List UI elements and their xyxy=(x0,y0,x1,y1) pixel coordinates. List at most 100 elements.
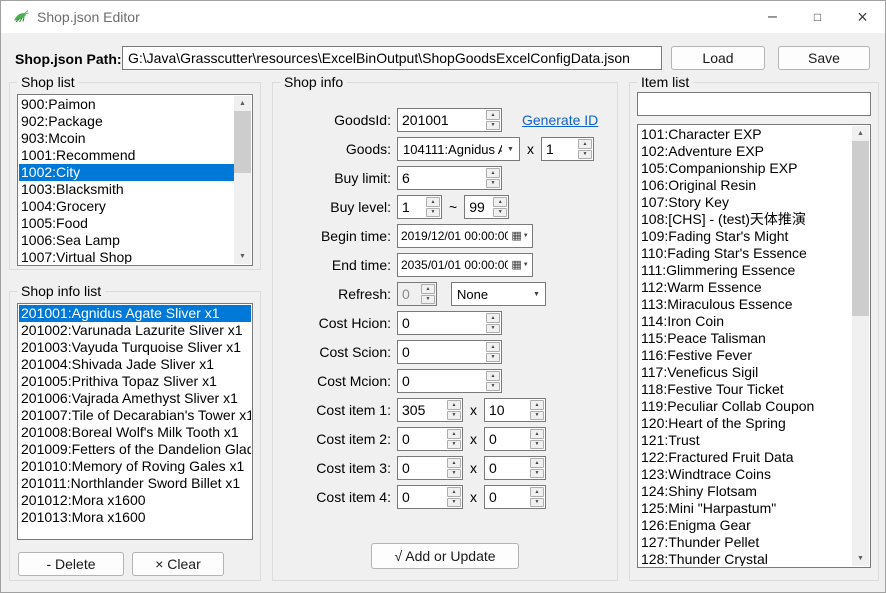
spinner-down-icon[interactable]: ▼ xyxy=(530,411,544,421)
list-item[interactable]: 903:Mcoin xyxy=(19,130,234,147)
dropdown-icon[interactable]: ▼ xyxy=(502,146,519,153)
maximize-button[interactable]: □ xyxy=(795,1,840,33)
spinner-up-icon[interactable]: ▲ xyxy=(447,458,461,468)
list-item[interactable]: 118:Festive Tour Ticket xyxy=(639,381,852,398)
spinner-down-icon[interactable]: ▼ xyxy=(447,498,461,508)
item-search-input[interactable] xyxy=(637,92,871,116)
list-item[interactable]: 201005:Prithiva Topaz Sliver x1 xyxy=(19,373,251,390)
spinner-down-icon[interactable]: ▼ xyxy=(530,469,544,479)
scrollbar-track[interactable] xyxy=(852,141,869,551)
item-list-scrollbar[interactable]: ▲ ▼ xyxy=(852,126,869,566)
list-item[interactable]: 113:Miraculous Essence xyxy=(639,296,852,313)
spinner-up-icon[interactable]: ▲ xyxy=(493,197,507,207)
spinner-up-icon[interactable]: ▲ xyxy=(486,342,500,352)
spinner-up-icon[interactable]: ▲ xyxy=(447,400,461,410)
spinner-down-icon[interactable]: ▼ xyxy=(486,324,500,334)
cost-item-4-count-input[interactable] xyxy=(485,486,529,508)
cost-item-4-value-input[interactable] xyxy=(398,486,446,508)
spinner-down-icon[interactable]: ▼ xyxy=(447,440,461,450)
close-button[interactable]: × xyxy=(840,1,885,33)
list-item[interactable]: 201012:Mora x1600 xyxy=(19,492,251,509)
list-item[interactable]: 124:Shiny Flotsam xyxy=(639,483,852,500)
delete-button[interactable]: - Delete xyxy=(18,552,124,576)
list-item[interactable]: 201009:Fetters of the Dandelion Gladiato xyxy=(19,441,251,458)
list-item[interactable]: 201013:Mora x1600 xyxy=(19,509,251,526)
scroll-up-icon[interactable]: ▲ xyxy=(234,96,251,111)
spinner-down-icon[interactable]: ▼ xyxy=(426,208,440,218)
spinner-up-icon[interactable]: ▲ xyxy=(426,197,440,207)
end-time-dropdown[interactable]: ▦▼ xyxy=(508,260,532,271)
dropdown-icon[interactable]: ▼ xyxy=(528,291,545,298)
cost-item-1-value-input[interactable] xyxy=(398,399,446,421)
list-item[interactable]: 116:Festive Fever xyxy=(639,347,852,364)
buy-level-min-input[interactable] xyxy=(398,196,425,218)
buy-level-max-input[interactable] xyxy=(465,196,492,218)
list-item[interactable]: 126:Enigma Gear xyxy=(639,517,852,534)
spinner-up-icon[interactable]: ▲ xyxy=(578,139,592,149)
shop-list-scrollbar[interactable]: ▲ ▼ xyxy=(234,96,251,264)
path-input[interactable] xyxy=(122,46,662,70)
spinner-down-icon[interactable]: ▼ xyxy=(486,382,500,392)
list-item[interactable]: 110:Fading Star's Essence xyxy=(639,245,852,262)
list-item[interactable]: 128:Thunder Crystal xyxy=(639,551,852,566)
begin-time-dropdown[interactable]: ▦▼ xyxy=(508,231,532,242)
spinner-down-icon[interactable]: ▼ xyxy=(447,411,461,421)
spinner-up-icon[interactable]: ▲ xyxy=(447,429,461,439)
scroll-down-icon[interactable]: ▼ xyxy=(852,551,869,566)
goodsid-input[interactable] xyxy=(398,109,485,131)
list-item[interactable]: 201010:Memory of Roving Gales x1 xyxy=(19,458,251,475)
list-item[interactable]: 1003:Blacksmith xyxy=(19,181,234,198)
list-item[interactable]: 1005:Food xyxy=(19,215,234,232)
list-item[interactable]: 900:Paimon xyxy=(19,96,234,113)
list-item[interactable]: 201007:Tile of Decarabian's Tower x1 xyxy=(19,407,251,424)
list-item[interactable]: 109:Fading Star's Might xyxy=(639,228,852,245)
spinner-up-icon[interactable]: ▲ xyxy=(530,458,544,468)
begin-time-picker[interactable]: 2019/12/01 00:00:00 ▦▼ xyxy=(397,224,533,248)
list-item[interactable]: 127:Thunder Pellet xyxy=(639,534,852,551)
list-item[interactable]: 108:[CHS] - (test)天体推演 xyxy=(639,211,852,228)
cost-item-3-value-input[interactable] xyxy=(398,457,446,479)
list-item[interactable]: 111:Glimmering Essence xyxy=(639,262,852,279)
clear-button[interactable]: × Clear xyxy=(132,552,224,576)
spinner-up-icon[interactable]: ▲ xyxy=(447,487,461,497)
load-button[interactable]: Load xyxy=(671,46,765,70)
cost-item-2-count-input[interactable] xyxy=(485,428,529,450)
spinner-down-icon[interactable]: ▼ xyxy=(447,469,461,479)
list-item[interactable]: 106:Original Resin xyxy=(639,177,852,194)
minimize-button[interactable]: – xyxy=(750,1,795,33)
spinner-down-icon[interactable]: ▼ xyxy=(530,498,544,508)
spinner-down-icon[interactable]: ▼ xyxy=(486,121,500,131)
list-item[interactable]: 107:Story Key xyxy=(639,194,852,211)
scrollbar-thumb[interactable] xyxy=(234,111,251,173)
cost-item-2-value-input[interactable] xyxy=(398,428,446,450)
list-item[interactable]: 121:Trust xyxy=(639,432,852,449)
list-item[interactable]: 117:Veneficus Sigil xyxy=(639,364,852,381)
spinner-up-icon[interactable]: ▲ xyxy=(486,110,500,120)
spinner-up-icon[interactable]: ▲ xyxy=(530,429,544,439)
spinner-down-icon[interactable]: ▼ xyxy=(493,208,507,218)
scrollbar-thumb[interactable] xyxy=(852,141,869,316)
end-time-picker[interactable]: 2035/01/01 00:00:00 ▦▼ xyxy=(397,253,533,277)
cost-item-3-count-input[interactable] xyxy=(485,457,529,479)
list-item[interactable]: 1006:Sea Lamp xyxy=(19,232,234,249)
cost-item-1-count-input[interactable] xyxy=(485,399,529,421)
spinner-up-icon[interactable]: ▲ xyxy=(486,371,500,381)
save-button[interactable]: Save xyxy=(778,46,870,70)
cost-scion-input[interactable] xyxy=(398,341,485,363)
list-item[interactable]: 201001:Agnidus Agate Sliver x1 xyxy=(19,305,251,322)
list-item[interactable]: 114:Iron Coin xyxy=(639,313,852,330)
cost-mcion-input[interactable] xyxy=(398,370,485,392)
spinner-up-icon[interactable]: ▲ xyxy=(486,313,500,323)
list-item[interactable]: 123:Windtrace Coins xyxy=(639,466,852,483)
goods-count-input[interactable] xyxy=(542,138,577,160)
list-item[interactable]: 201006:Vajrada Amethyst Sliver x1 xyxy=(19,390,251,407)
list-item[interactable]: 112:Warm Essence xyxy=(639,279,852,296)
spinner-down-icon[interactable]: ▼ xyxy=(578,150,592,160)
spinner-up-icon[interactable]: ▲ xyxy=(530,400,544,410)
list-item[interactable]: 120:Heart of the Spring xyxy=(639,415,852,432)
scroll-up-icon[interactable]: ▲ xyxy=(852,126,869,141)
refresh-mode-combo[interactable]: None ▼ xyxy=(451,282,546,306)
spinner-down-icon[interactable]: ▼ xyxy=(486,353,500,363)
spinner-up-icon[interactable]: ▲ xyxy=(486,168,500,178)
list-item[interactable]: 122:Fractured Fruit Data xyxy=(639,449,852,466)
